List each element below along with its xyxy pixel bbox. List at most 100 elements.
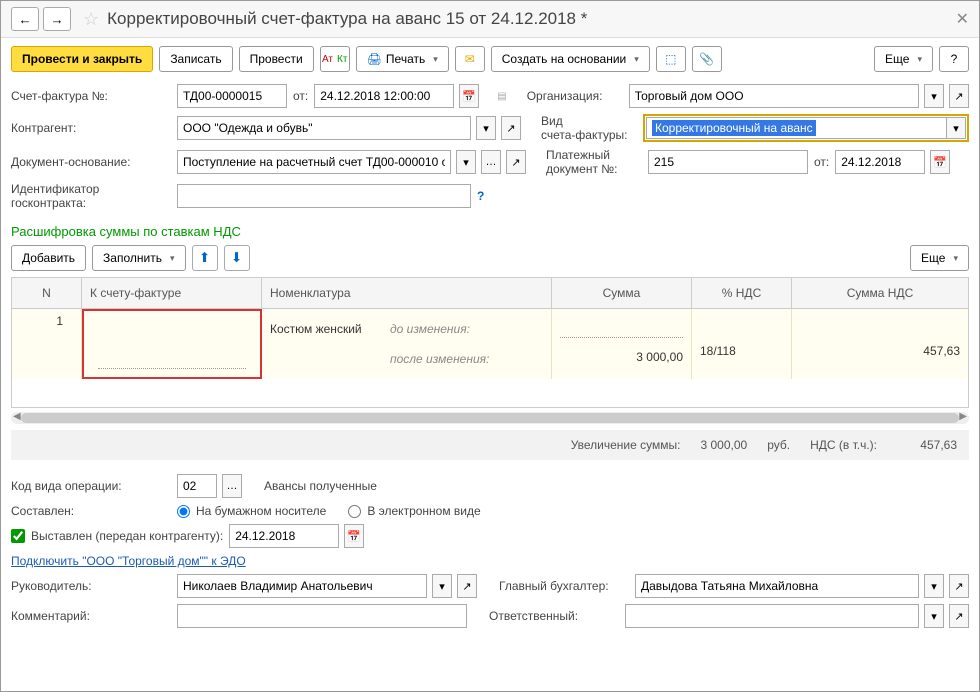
acc-open[interactable]: ↗	[949, 574, 969, 598]
paydoc-calendar-icon[interactable]: 📅	[930, 150, 950, 174]
table-more-button[interactable]: Еще	[910, 245, 969, 271]
paydoc-label2: документ №:	[546, 162, 642, 176]
acc-label: Главный бухгалтер:	[499, 579, 629, 593]
add-button[interactable]: Добавить	[11, 245, 86, 271]
cell-nomenclature: Костюм женский до изменения: после измен…	[262, 309, 552, 379]
col-to-invoice: К счету-фактуре	[82, 278, 262, 308]
composed-label: Составлен:	[11, 504, 171, 518]
print-button[interactable]: 🖨 Печать	[356, 46, 449, 72]
window-title: Корректировочный счет-фактура на аванс 1…	[107, 9, 587, 29]
op-code-input[interactable]	[177, 474, 217, 498]
move-up-button[interactable]: ⬆	[192, 245, 218, 271]
head-input[interactable]	[177, 574, 427, 598]
electronic-label: В электронном виде	[367, 504, 480, 518]
vat-amount: 457,63	[897, 438, 957, 452]
electronic-radio[interactable]	[348, 505, 361, 518]
contractor-label: Контрагент:	[11, 121, 171, 135]
issued-label: Выставлен (передан контрагенту):	[31, 529, 223, 543]
email-button[interactable]: ✉	[455, 46, 485, 72]
help-icon[interactable]: ?	[477, 189, 484, 203]
org-input[interactable]	[629, 84, 919, 108]
table-toolbar: Добавить Заполнить ⬆ ⬇ Еще	[1, 245, 979, 277]
fill-button[interactable]: Заполнить	[92, 245, 185, 271]
contractor-select-icon[interactable]: ▾	[476, 116, 496, 140]
acc-input[interactable]	[635, 574, 919, 598]
forward-button[interactable]: →	[43, 7, 71, 31]
from-label: от:	[293, 89, 308, 103]
paper-radio[interactable]	[177, 505, 190, 518]
cell-vat-sum: 457,63	[792, 309, 968, 379]
resp-open[interactable]: ↗	[949, 604, 969, 628]
invoice-type-input[interactable]: Корректировочный на аванс	[646, 117, 947, 139]
h-scrollbar[interactable]: ◀ ▶	[11, 412, 969, 424]
back-button[interactable]: ←	[11, 7, 39, 31]
col-vat-pct: % НДС	[692, 278, 792, 308]
rub-label: руб.	[767, 438, 790, 452]
vat-label: НДС (в т.ч.):	[810, 438, 877, 452]
org-label: Организация:	[527, 89, 623, 103]
paper-label: На бумажном носителе	[196, 504, 326, 518]
invoice-type-dd-icon[interactable]: ▾	[946, 117, 966, 139]
main-toolbar: Провести и закрыть Записать Провести АтК…	[1, 38, 979, 80]
resp-input[interactable]	[625, 604, 919, 628]
table-row[interactable]: 1 Костюм женский до изменения: после изм…	[12, 309, 968, 379]
col-n: N	[12, 278, 82, 308]
section-title: Расшифровка суммы по ставкам НДС	[1, 220, 979, 245]
date-input[interactable]	[314, 84, 454, 108]
titlebar: ← → ☆ Корректировочный счет-фактура на а…	[1, 1, 979, 38]
col-nomenclature: Номенклатура	[262, 278, 552, 308]
paydoc-date-input[interactable]	[835, 150, 925, 174]
favorite-icon[interactable]: ☆	[83, 9, 99, 30]
op-code-label: Код вида операции:	[11, 479, 171, 493]
govid-label1: Идентификатор	[11, 182, 171, 196]
comment-input[interactable]	[177, 604, 467, 628]
invoice-no-label: Счет-фактура №:	[11, 89, 171, 103]
contractor-open-icon[interactable]: ↗	[501, 116, 521, 140]
org-open-icon[interactable]: ↗	[949, 84, 969, 108]
acc-dd[interactable]: ▾	[924, 574, 944, 598]
cell-to-invoice[interactable]	[82, 309, 262, 379]
resp-dd[interactable]: ▾	[924, 604, 944, 628]
invoice-type-wrap: Корректировочный на аванс ▾	[643, 114, 969, 142]
save-button[interactable]: Записать	[159, 46, 232, 72]
more-button[interactable]: Еще	[874, 46, 933, 72]
cell-n: 1	[12, 309, 82, 379]
inc-amount: 3 000,00	[700, 438, 747, 452]
op-code-dots[interactable]: …	[222, 474, 242, 498]
col-sum: Сумма	[552, 278, 692, 308]
attach-button[interactable]: 📎	[692, 46, 722, 72]
resp-label: Ответственный:	[489, 609, 619, 623]
basis-dots-icon[interactable]: …	[481, 150, 501, 174]
issued-calendar-icon[interactable]: 📅	[344, 524, 364, 548]
move-down-button[interactable]: ⬇	[224, 245, 250, 271]
debit-credit-button[interactable]: АтКт	[320, 46, 350, 72]
calendar-icon[interactable]: 📅	[459, 84, 479, 108]
govid-input[interactable]	[177, 184, 471, 208]
invoice-no-input[interactable]	[177, 84, 287, 108]
edo-link[interactable]: Подключить "ООО "Торговый дом"" к ЭДО	[11, 554, 246, 568]
head-open[interactable]: ↗	[457, 574, 477, 598]
post-and-close-button[interactable]: Провести и закрыть	[11, 46, 153, 72]
issued-checkbox[interactable]	[11, 529, 25, 543]
head-dd[interactable]: ▾	[432, 574, 452, 598]
help-button[interactable]: ?	[939, 46, 969, 72]
basis-dd-icon[interactable]: ▾	[456, 150, 476, 174]
summary-bar: Увеличение суммы: 3 000,00 руб. НДС (в т…	[11, 430, 969, 460]
paydoc-no-input[interactable]	[648, 150, 808, 174]
close-icon[interactable]: ✕	[956, 9, 969, 29]
org-select-icon[interactable]: ▾	[924, 84, 944, 108]
create-based-button[interactable]: Создать на основании	[491, 46, 650, 72]
basis-label: Документ-основание:	[11, 155, 171, 169]
basis-input[interactable]	[177, 150, 451, 174]
post-button[interactable]: Провести	[239, 46, 314, 72]
inv-type-label2: счета-фактуры:	[541, 128, 637, 142]
inv-type-label1: Вид	[541, 114, 637, 128]
comment-label: Комментарий:	[11, 609, 171, 623]
issued-date-input[interactable]	[229, 524, 339, 548]
structure-button[interactable]: ⬚	[656, 46, 686, 72]
cell-sum: 3 000,00	[552, 309, 692, 379]
col-vat-sum: Сумма НДС	[792, 278, 968, 308]
head-label: Руководитель:	[11, 579, 171, 593]
contractor-input[interactable]	[177, 116, 471, 140]
basis-open-icon[interactable]: ↗	[506, 150, 526, 174]
